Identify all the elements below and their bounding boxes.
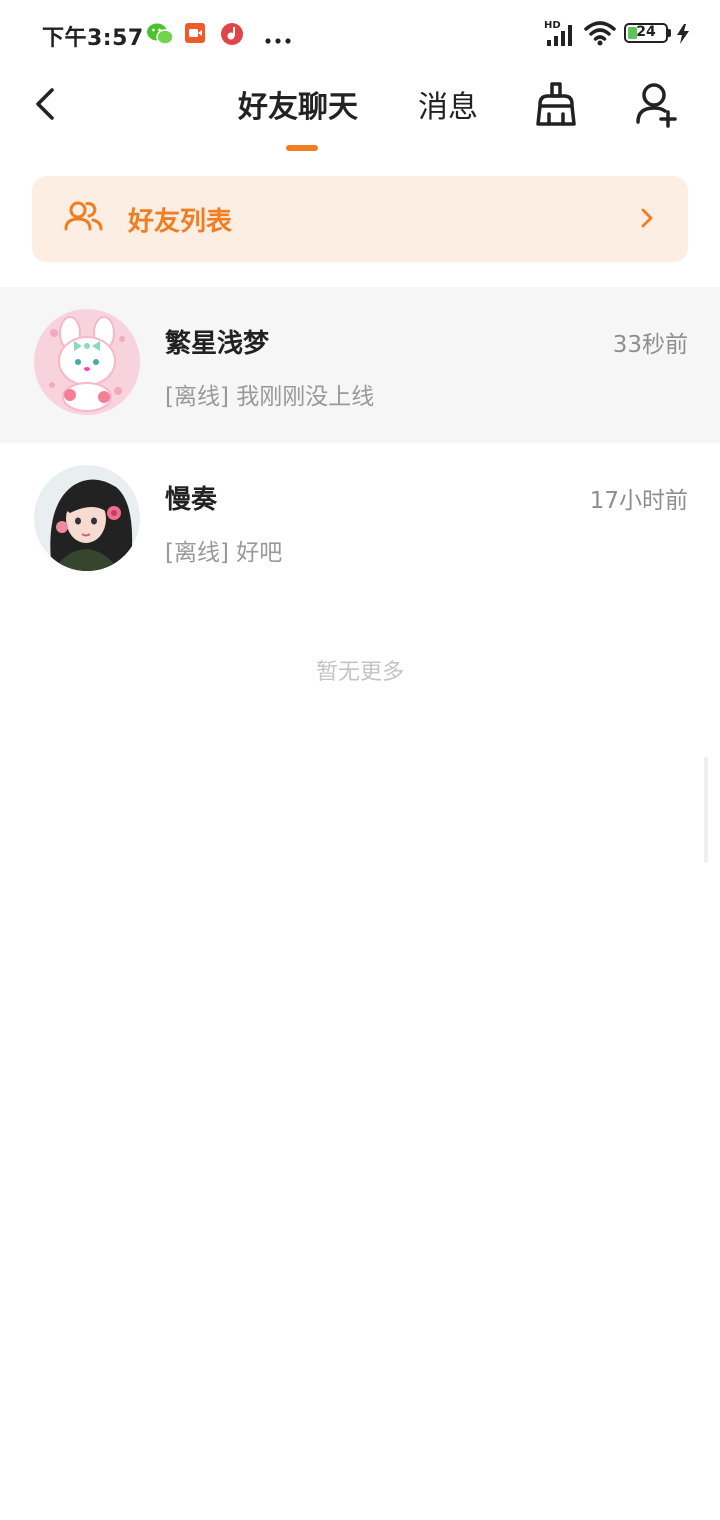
video-app-icon [184,22,206,48]
wifi-icon [584,20,616,50]
add-friend-icon[interactable] [634,80,682,130]
chevron-left-icon [36,88,54,120]
charging-bolt-icon [676,24,690,48]
chat-list-item[interactable]: 繁星浅梦 33秒前 [离线] 我刚刚没上线 [0,287,720,443]
friends-icon [64,200,104,236]
chat-preview: [离线] 好吧 [165,540,283,566]
back-button[interactable] [28,80,72,128]
chat-name: 繁星浅梦 [165,329,270,359]
music-app-icon [220,22,244,50]
svg-text:HD: HD [544,20,561,31]
friend-list-button[interactable]: 好友列表 [32,176,688,262]
scrollbar-thumb[interactable] [704,757,708,863]
battery-indicator: 24 [624,23,668,43]
pink-cartoon-avatar [34,309,140,415]
chat-list-item[interactable]: 慢奏 17小时前 [离线] 好吧 [0,443,720,599]
chat-time: 17小时前 [589,488,688,514]
status-time: 下午3:57 [42,26,144,51]
status-bar: 下午3:57 HD 24 [0,0,720,68]
tab-messages[interactable]: 消息 [418,82,478,126]
chat-name: 慢奏 [165,485,218,515]
friend-list-label: 好友列表 [128,207,233,237]
clean-broom-icon[interactable] [532,80,580,130]
chat-time: 33秒前 [612,332,688,358]
girl-illustration-avatar [34,465,140,571]
empty-hint: 暂无更多 [315,660,404,685]
chevron-right-icon [640,206,654,234]
battery-percentage: 24 [636,24,656,40]
more-dots-icon [264,30,292,49]
chat-preview: [离线] 我刚刚没上线 [165,384,375,410]
active-tab-indicator [286,145,318,151]
cellular-signal-icon: HD [544,18,576,52]
wechat-icon [146,22,174,50]
tab-friend-chat[interactable]: 好友聊天 [238,82,358,126]
battery-tip [668,29,671,37]
